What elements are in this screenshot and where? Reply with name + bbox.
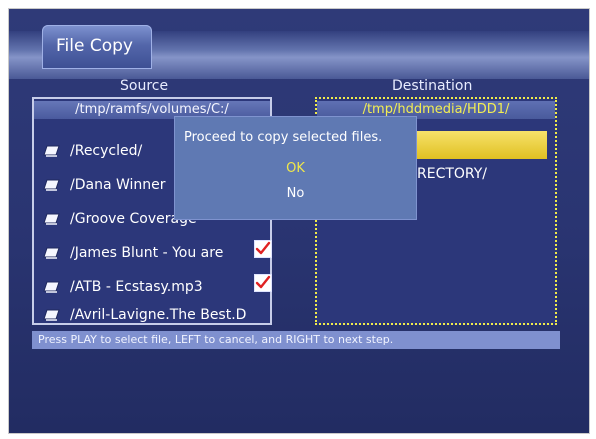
- file-copy-screen: File Copy Source Destination /tmp/ramfs/…: [8, 8, 590, 434]
- status-bar: Press PLAY to select file, LEFT to cance…: [32, 331, 560, 349]
- title-tab: File Copy: [42, 25, 152, 69]
- window-title: File Copy: [56, 36, 133, 56]
- file-name: /James Blunt - You are: [70, 245, 224, 261]
- ok-button[interactable]: OK: [174, 161, 417, 176]
- confirm-dialog: Proceed to copy selected files. OK No: [174, 116, 417, 220]
- no-button[interactable]: No: [174, 186, 417, 201]
- source-file-row[interactable]: /ATB - Ecstasy.mp3: [42, 274, 272, 301]
- file-icon: [43, 281, 60, 293]
- destination-directory-label: RECTORY/: [417, 166, 488, 182]
- file-icon: [43, 309, 60, 321]
- source-label: Source: [120, 78, 169, 94]
- file-name: /Avril-Lavigne.The Best.D: [70, 307, 247, 323]
- file-icon: [43, 145, 60, 157]
- file-name: /ATB - Ecstasy.mp3: [70, 279, 203, 295]
- file-icon: [43, 179, 60, 191]
- destination-label: Destination: [392, 78, 473, 94]
- checkmark-icon[interactable]: [254, 240, 272, 258]
- source-file-row[interactable]: /James Blunt - You are: [42, 240, 272, 267]
- source-file-row[interactable]: /Avril-Lavigne.The Best.D: [42, 305, 266, 329]
- file-icon: [43, 247, 60, 259]
- file-icon: [43, 213, 60, 225]
- checkmark-icon[interactable]: [254, 274, 272, 292]
- dialog-message: Proceed to copy selected files.: [184, 130, 383, 145]
